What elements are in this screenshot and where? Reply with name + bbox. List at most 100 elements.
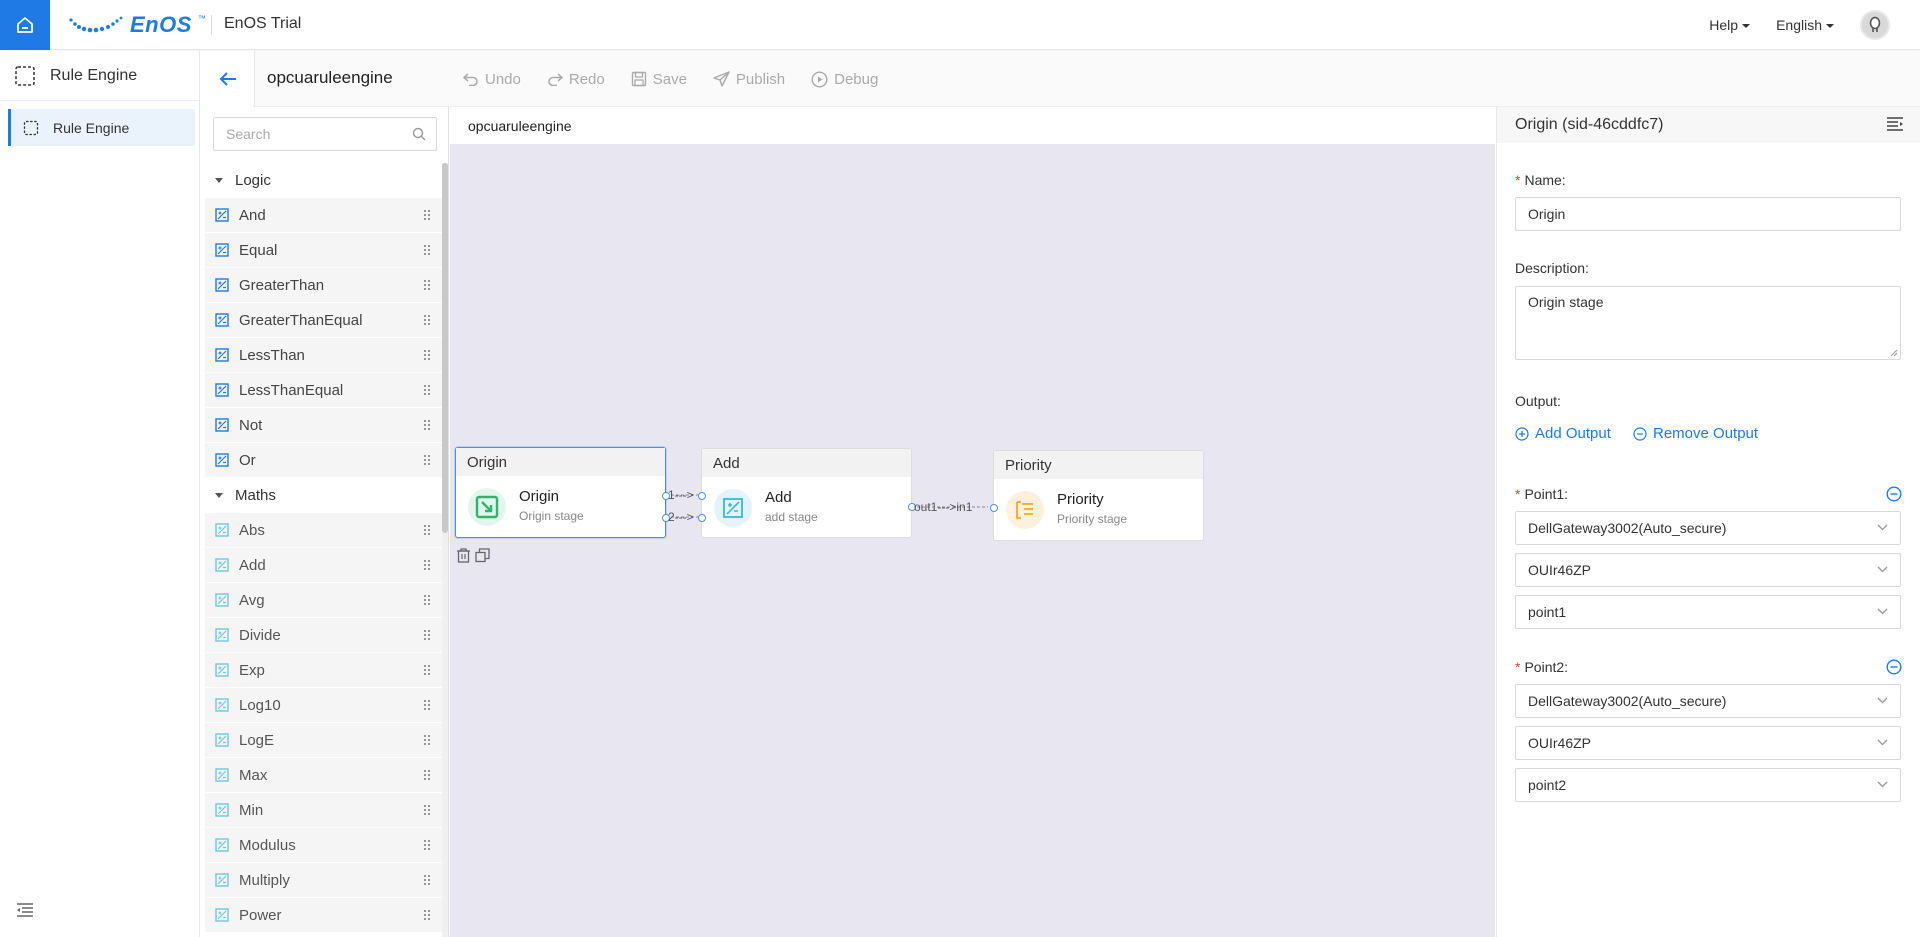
palette-item[interactable]: Divide	[205, 618, 443, 653]
palette-item[interactable]: LessThan	[205, 338, 443, 373]
point1-device-select[interactable]: DellGateway3002(Auto_secure)	[1515, 511, 1901, 545]
drag-handle-icon[interactable]	[423, 314, 431, 326]
language-menu[interactable]: English	[1776, 17, 1834, 33]
link-label: out1--->in1	[914, 500, 973, 514]
drag-handle-icon[interactable]	[423, 244, 431, 256]
palette-list: Logic And Equal GreaterThan GreaterThanEqual…	[201, 163, 443, 933]
avatar[interactable]	[1860, 10, 1890, 40]
drag-handle-icon[interactable]	[423, 804, 431, 816]
drag-handle-icon[interactable]	[423, 629, 431, 641]
drag-handle-icon[interactable]	[423, 699, 431, 711]
drag-handle-icon[interactable]	[423, 419, 431, 431]
point2-model-select[interactable]: OUIr46ZP	[1515, 726, 1901, 760]
drag-handle-icon[interactable]	[423, 559, 431, 571]
drag-handle-icon[interactable]	[423, 349, 431, 361]
palette-item[interactable]: Min	[205, 793, 443, 828]
palette-item[interactable]: Abs	[205, 513, 443, 548]
publish-label: Publish	[735, 70, 786, 88]
help-menu[interactable]: Help	[1709, 17, 1751, 33]
resize-handle-icon[interactable]	[1890, 349, 1898, 357]
drag-handle-icon[interactable]	[423, 454, 431, 466]
palette-item[interactable]: Modulus	[205, 828, 443, 863]
palette-item[interactable]: Max	[205, 758, 443, 793]
search-input[interactable]	[214, 118, 394, 150]
drag-handle-icon[interactable]	[423, 664, 431, 676]
remove-point2-icon[interactable]	[1886, 659, 1902, 675]
sidebar-item-rule-engine[interactable]: Rule Engine	[8, 109, 195, 146]
undo-button[interactable]: Undo	[463, 71, 521, 88]
add-output-button[interactable]: Add Output	[1515, 425, 1611, 442]
remove-output-label: Remove Output	[1653, 425, 1759, 442]
input-port[interactable]	[698, 514, 706, 522]
drag-handle-icon[interactable]	[423, 909, 431, 921]
palette-group-logic[interactable]: Logic	[201, 163, 443, 198]
node-origin[interactable]: Origin Origin Origin stage	[455, 447, 670, 538]
canvas-tab[interactable]: opcuaruleengine	[450, 107, 1495, 144]
palette-item[interactable]: GreaterThanEqual	[205, 303, 443, 338]
palette-item[interactable]: Equal	[205, 233, 443, 268]
delete-icon[interactable]	[456, 548, 471, 563]
canvas-links	[666, 494, 988, 518]
math-stage-icon	[215, 908, 229, 922]
drag-handle-icon[interactable]	[423, 839, 431, 851]
palette-item[interactable]: Multiply	[205, 863, 443, 898]
drag-handle-icon[interactable]	[423, 874, 431, 886]
drag-handle-icon[interactable]	[423, 209, 431, 221]
name-field[interactable]: Origin	[1515, 197, 1901, 231]
required-marker: *	[1515, 659, 1521, 675]
palette-item[interactable]: Avg	[205, 583, 443, 618]
point1-point-select[interactable]: point1	[1515, 595, 1901, 629]
drag-handle-icon[interactable]	[423, 384, 431, 396]
description-field[interactable]: Origin stage	[1515, 286, 1901, 360]
help-label: Help	[1709, 17, 1739, 33]
copy-icon[interactable]	[475, 548, 490, 563]
palette-scrollbar[interactable]	[442, 163, 448, 937]
palette-item[interactable]: Exp	[205, 653, 443, 688]
drag-handle-icon[interactable]	[423, 279, 431, 291]
palette-item[interactable]: LessThanEqual	[205, 373, 443, 408]
select-value: point1	[1528, 604, 1567, 620]
input-port[interactable]	[698, 492, 706, 500]
palette-item[interactable]: Power	[205, 898, 443, 933]
palette-item[interactable]: Add	[205, 548, 443, 583]
drag-handle-icon[interactable]	[423, 734, 431, 746]
input-port[interactable]	[990, 504, 998, 512]
palette-item[interactable]: Or	[205, 443, 443, 478]
math-stage-icon	[215, 523, 229, 537]
node-priority[interactable]: Priority Priority Priority stage	[990, 450, 1204, 541]
back-button[interactable]	[201, 51, 255, 107]
collapse-panel-icon[interactable]	[1886, 117, 1904, 131]
drag-handle-icon[interactable]	[423, 524, 431, 536]
palette-item-label: Modulus	[239, 836, 296, 854]
redo-button[interactable]: Redo	[547, 71, 605, 88]
debug-button[interactable]: Debug	[811, 71, 878, 88]
flow-canvas[interactable]: Origin Origin Origin stage 1---> 2---> A…	[450, 144, 1495, 937]
publish-button[interactable]: Publish	[713, 71, 785, 88]
point2-point-select[interactable]: point2	[1515, 768, 1901, 802]
collapse-nav-button[interactable]	[16, 903, 34, 921]
description-label: Description:	[1515, 260, 1589, 276]
enos-logo[interactable]: EnOS ™	[68, 12, 206, 38]
palette-item[interactable]: Not	[205, 408, 443, 443]
palette-group-maths[interactable]: Maths	[201, 478, 443, 513]
palette-item[interactable]: GreaterThan	[205, 268, 443, 303]
send-icon	[713, 71, 730, 87]
chevron-down-icon	[1877, 566, 1888, 573]
drag-handle-icon[interactable]	[423, 769, 431, 781]
palette-item[interactable]: And	[205, 198, 443, 233]
search-icon[interactable]	[412, 127, 426, 141]
point1-model-select[interactable]: OUIr46ZP	[1515, 553, 1901, 587]
node-add[interactable]: Add Add add stage	[698, 448, 916, 538]
drag-handle-icon[interactable]	[423, 594, 431, 606]
save-icon	[631, 71, 646, 87]
home-button[interactable]	[0, 0, 50, 50]
name-value: Origin	[1528, 206, 1566, 222]
remove-point1-icon[interactable]	[1886, 486, 1902, 502]
palette-item[interactable]: LogE	[205, 723, 443, 758]
remove-output-button[interactable]: Remove Output	[1633, 425, 1758, 442]
scrollbar-thumb[interactable]	[442, 163, 448, 533]
palette-item[interactable]: Log10	[205, 688, 443, 723]
save-button[interactable]: Save	[631, 71, 687, 88]
point2-device-select[interactable]: DellGateway3002(Auto_secure)	[1515, 684, 1901, 718]
palette-item-label: LessThanEqual	[239, 381, 344, 399]
